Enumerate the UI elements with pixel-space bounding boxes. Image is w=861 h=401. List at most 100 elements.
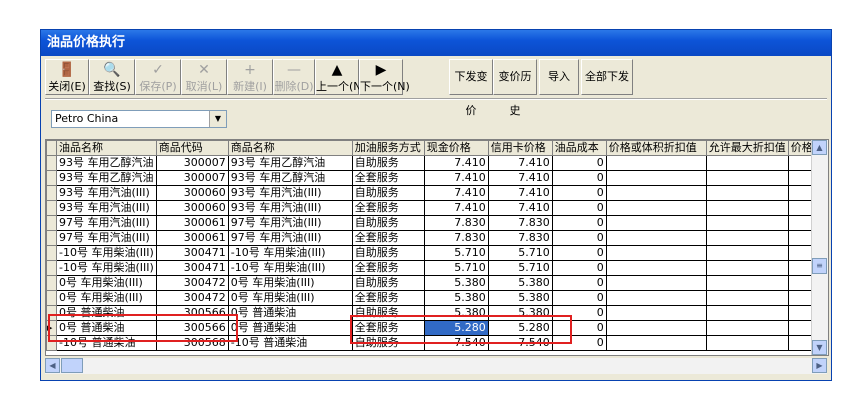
empty-cell[interactable] [605,215,707,231]
new-button[interactable]: + 新建(I) [227,59,273,95]
cash-price-cell[interactable]: 7.830 [423,215,489,231]
service-mode-cell[interactable]: 全套服务 [351,290,425,306]
table-row[interactable]: 93号 车用汽油(III) 300060 93号 车用汽油(III) 全套服务 7.41… [46,200,816,216]
empty-cell[interactable] [705,290,789,306]
delete-button[interactable]: — 删除(D) [273,59,315,95]
company-select[interactable]: Petro China ▼ [51,110,227,128]
empty-cell[interactable] [705,245,789,261]
product-name-cell[interactable]: 93号 车用汽油(III) [227,200,353,216]
product-code-cell[interactable]: 300471 [155,260,229,276]
credit-price-cell[interactable]: 7.410 [487,200,553,216]
empty-cell[interactable] [605,335,707,351]
column-header[interactable]: 允许最大折扣值 [705,140,789,156]
cash-price-cell[interactable]: 5.710 [423,245,489,261]
scroll-right-icon[interactable]: ▶ [812,358,827,373]
row-indicator[interactable] [46,155,57,171]
oil-cost-cell[interactable]: 0 [551,230,607,246]
oil-cost-cell[interactable]: 0 [551,245,607,261]
oil-name-cell[interactable]: 0号 车用柴油(III) [56,290,157,306]
horizontal-scrollbar[interactable]: ◀ ▶ [45,358,827,374]
cash-price-cell[interactable]: 5.380 [423,275,489,291]
empty-cell[interactable] [605,155,707,171]
oil-name-cell[interactable]: 97号 车用汽油(III) [56,215,157,231]
table-row[interactable]: -10号 车用柴油(III) 300471 -10号 车用柴油(III) 全套服务 5.… [46,260,816,276]
empty-cell[interactable] [605,260,707,276]
oil-cost-cell[interactable]: 0 [551,290,607,306]
credit-price-cell[interactable]: 7.830 [487,215,553,231]
product-name-cell[interactable]: 97号 车用汽油(III) [227,215,353,231]
service-mode-cell[interactable]: 自助服务 [351,215,425,231]
empty-cell[interactable] [605,185,707,201]
empty-cell[interactable] [705,215,789,231]
credit-price-cell[interactable]: 7.410 [487,185,553,201]
service-mode-cell[interactable]: 自助服务 [351,185,425,201]
product-name-cell[interactable]: 93号 车用乙醇汽油 [227,155,353,171]
send-all-button[interactable]: 全部下发 [581,59,633,95]
find-button[interactable]: 🔍 查找(S) [89,59,135,95]
product-name-cell[interactable]: 97号 车用汽油(III) [227,230,353,246]
save-button[interactable]: ✓ 保存(P) [135,59,181,95]
oil-cost-cell[interactable]: 0 [551,260,607,276]
empty-cell[interactable] [705,230,789,246]
empty-cell[interactable] [605,275,707,291]
close-button[interactable]: 🚪 关闭(E) [45,59,89,95]
product-code-cell[interactable]: 300060 [155,185,229,201]
empty-cell[interactable] [605,170,707,186]
row-indicator[interactable] [46,245,57,261]
empty-cell[interactable] [605,290,707,306]
oil-name-cell[interactable]: -10号 车用柴油(III) [56,260,157,276]
product-code-cell[interactable]: 300472 [155,275,229,291]
empty-cell[interactable] [705,305,789,321]
scroll-left-icon[interactable]: ◀ [45,358,60,373]
cash-price-cell[interactable]: 7.410 [423,155,489,171]
oil-cost-cell[interactable]: 0 [551,200,607,216]
column-header[interactable]: 现金价格 [423,140,489,156]
service-mode-cell[interactable]: 全套服务 [351,200,425,216]
empty-cell[interactable] [705,185,789,201]
prev-button[interactable]: ▲ 上一个(N) [315,59,366,95]
column-header[interactable]: 价格或体积折扣值 [605,140,707,156]
next-button[interactable]: ▶ 下一个(N) [359,59,410,95]
product-code-cell[interactable]: 300472 [155,290,229,306]
cash-price-cell[interactable]: 7.410 [423,185,489,201]
oil-name-cell[interactable]: 0号 车用柴油(III) [56,275,157,291]
cash-price-cell[interactable]: 7.410 [423,170,489,186]
oil-name-cell[interactable]: 93号 车用乙醇汽油 [56,170,157,186]
empty-cell[interactable] [605,320,707,336]
credit-price-cell[interactable]: 5.710 [487,245,553,261]
table-row[interactable]: -10号 车用柴油(III) 300471 -10号 车用柴油(III) 自助服务 5.… [46,245,816,261]
product-name-cell[interactable]: 0号 车用柴油(III) [227,290,353,306]
chevron-down-icon[interactable]: ▼ [209,111,226,127]
column-header[interactable]: 加油服务方式 [351,140,425,156]
credit-price-cell[interactable]: 5.710 [487,260,553,276]
empty-cell[interactable] [705,320,789,336]
row-indicator[interactable] [46,260,57,276]
credit-price-cell[interactable]: 5.380 [487,290,553,306]
cancel-button[interactable]: ✕ 取消(L) [181,59,227,95]
service-mode-cell[interactable]: 自助服务 [351,245,425,261]
product-code-cell[interactable]: 300061 [155,215,229,231]
row-indicator[interactable] [46,230,57,246]
product-name-cell[interactable]: 0号 车用柴油(III) [227,275,353,291]
column-header[interactable]: 商品代码 [155,140,229,156]
cash-price-cell[interactable]: 5.710 [423,260,489,276]
row-indicator[interactable] [46,170,57,186]
empty-cell[interactable] [605,245,707,261]
scroll-thumb[interactable]: ≡ [812,258,827,274]
oil-cost-cell[interactable]: 0 [551,275,607,291]
product-code-cell[interactable]: 300061 [155,230,229,246]
service-mode-cell[interactable]: 全套服务 [351,260,425,276]
empty-cell[interactable] [605,305,707,321]
service-mode-cell[interactable]: 自助服务 [351,275,425,291]
send-price-button[interactable]: 下发变价 [449,59,493,117]
column-header[interactable]: 商品名称 [227,140,353,156]
credit-price-cell[interactable]: 5.380 [487,275,553,291]
table-row[interactable]: 97号 车用汽油(III) 300061 97号 车用汽油(III) 全套服务 7.83… [46,230,816,246]
product-name-cell[interactable]: 93号 车用乙醇汽油 [227,170,353,186]
table-row[interactable]: 0号 车用柴油(III) 300472 0号 车用柴油(III) 自助服务 5.380 5… [46,275,816,291]
column-header[interactable]: 油品成本 [551,140,607,156]
oil-cost-cell[interactable]: 0 [551,155,607,171]
table-row[interactable]: 0号 车用柴油(III) 300472 0号 车用柴油(III) 全套服务 5.380 5… [46,290,816,306]
empty-cell[interactable] [705,260,789,276]
empty-cell[interactable] [705,155,789,171]
